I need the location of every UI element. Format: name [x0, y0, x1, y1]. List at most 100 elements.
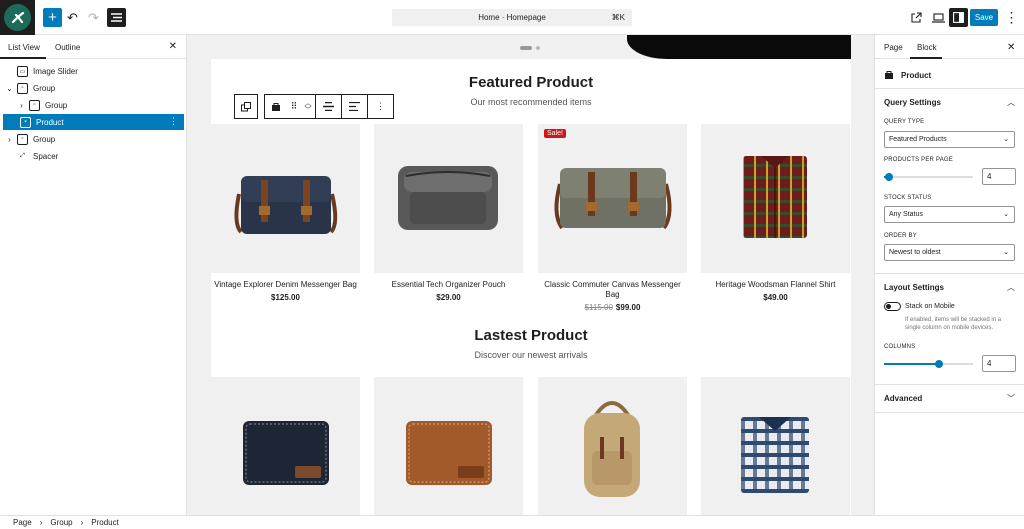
sale-badge: Sale!	[544, 129, 566, 138]
product-card[interactable]: Essential Tech Organizer Pouch $29.00	[374, 124, 523, 302]
save-button[interactable]: Save	[970, 9, 998, 26]
slider-dot[interactable]	[536, 46, 540, 50]
breadcrumb-group[interactable]: Group	[50, 518, 72, 527]
product-card[interactable]: Vintage Explorer Denim Messenger Bag $12…	[211, 124, 360, 302]
chevron-right-icon: ›	[39, 518, 43, 527]
site-logo-button[interactable]	[0, 0, 35, 35]
list-item-spacer[interactable]: ⤢ Spacer	[5, 148, 183, 164]
chevron-up-icon[interactable]: ︿	[1007, 282, 1015, 293]
stock-status-select[interactable]: Any Status ⌄	[884, 206, 1015, 223]
product-image[interactable]	[701, 124, 850, 273]
product-image[interactable]	[374, 377, 523, 515]
redo-button[interactable]: ↷	[84, 8, 103, 27]
product-image[interactable]	[538, 377, 687, 515]
chevron-down-icon[interactable]: ⌄	[5, 84, 14, 93]
list-view-panel: List View Outline ✕ ▭ Image Slider ⌄ ▫ G…	[0, 35, 187, 515]
products-per-page-slider[interactable]	[884, 173, 973, 181]
list-item-product-selected[interactable]: ▪ Product ⋮	[3, 114, 184, 130]
settings-sidebar-toggle[interactable]	[949, 8, 968, 27]
chevron-up-icon[interactable]: ︿	[1007, 97, 1015, 108]
tab-block[interactable]: Block	[917, 43, 937, 52]
add-block-button[interactable]: +	[43, 8, 62, 27]
group-icon: ▫	[29, 99, 40, 111]
tab-page[interactable]: Page	[884, 43, 903, 52]
product-image[interactable]	[701, 377, 850, 515]
command-palette-bar[interactable]: Home · Homepage ⌘K	[392, 9, 632, 26]
product-name[interactable]: Classic Commuter Canvas Messenger Bag	[538, 280, 687, 300]
item-options-icon[interactable]: ⋮	[169, 116, 178, 127]
list-item-image-slider[interactable]: ▭ Image Slider	[5, 63, 183, 79]
product-card[interactable]: Heritage Woodsman Flannel Shirt $49.00	[701, 124, 850, 302]
list-item-group-nested[interactable]: › ▫ Group	[17, 97, 183, 113]
desktop-icon	[932, 12, 945, 23]
view-site-button[interactable]	[907, 8, 926, 27]
list-item-label: Product	[36, 117, 64, 127]
product-image[interactable]	[374, 124, 523, 273]
image-slider-block[interactable]	[211, 35, 851, 59]
product-image[interactable]: Sale!	[538, 124, 687, 273]
product-image[interactable]	[211, 124, 360, 273]
product-name[interactable]: Essential Tech Organizer Pouch	[374, 280, 523, 290]
justify-icon[interactable]	[341, 95, 367, 118]
columns-slider[interactable]	[884, 360, 973, 368]
query-type-select[interactable]: Featured Products ⌄	[884, 131, 1015, 148]
order-by-select[interactable]: Newest to oldest ⌄	[884, 244, 1015, 261]
chevron-right-icon[interactable]: ›	[5, 135, 14, 144]
active-tab-indicator	[0, 57, 46, 59]
query-settings-heading[interactable]: Query Settings	[884, 98, 941, 107]
tab-outline[interactable]: Outline	[55, 43, 80, 52]
command-bar-title: Home · Homepage	[478, 13, 546, 22]
products-per-page-input[interactable]: 4	[982, 168, 1016, 185]
document-overview-button[interactable]	[107, 8, 126, 27]
chevron-right-icon[interactable]: ›	[17, 101, 26, 110]
list-icon	[111, 13, 122, 22]
close-icon[interactable]: ✕	[169, 41, 177, 52]
more-options-icon[interactable]: ⋮	[1002, 8, 1021, 27]
parent-block-button[interactable]	[235, 95, 257, 118]
block-card: Product	[884, 70, 931, 80]
product-name[interactable]: Heritage Woodsman Flannel Shirt	[701, 280, 850, 290]
slider-dots	[520, 46, 540, 50]
product-card[interactable]	[374, 377, 523, 515]
product-card[interactable]	[538, 377, 687, 515]
close-icon[interactable]: ✕	[1007, 42, 1015, 53]
list-item-group[interactable]: ⌄ ▫ Group	[5, 80, 183, 96]
product-name[interactable]: Vintage Explorer Denim Messenger Bag	[211, 280, 360, 290]
product-block-icon[interactable]	[265, 95, 287, 118]
chevron-down-icon[interactable]: ﹀	[1007, 393, 1015, 404]
layout-settings-heading[interactable]: Layout Settings	[884, 283, 944, 292]
move-up-down-icon[interactable]: ︿ ﹀	[301, 95, 315, 118]
page-content: Featured Product Our most recommended it…	[211, 35, 851, 515]
list-item-label: Spacer	[33, 151, 59, 161]
latest-subtitle: Discover our newest arrivals	[474, 350, 588, 360]
product-price: $29.00	[436, 293, 461, 302]
product-image[interactable]	[211, 377, 360, 515]
product-card[interactable]: Sale! Classic Commuter Canvas Messenger …	[538, 124, 687, 312]
stack-help-text: If enabled, items will be stacked in a s…	[905, 317, 1002, 331]
settings-sidebar: Page Block ✕ Product Query Settings ︿ QU…	[874, 35, 1024, 515]
slider-thumb[interactable]	[885, 173, 893, 181]
product-card[interactable]	[211, 377, 360, 515]
old-price: $115.00	[584, 303, 613, 312]
breadcrumb-page[interactable]: Page	[13, 518, 32, 527]
columns-input[interactable]: 4	[982, 355, 1016, 372]
list-item-group-2[interactable]: › ▫ Group	[5, 131, 183, 147]
advanced-heading[interactable]: Advanced	[884, 394, 922, 403]
latest-title: Lastest Product	[474, 327, 588, 344]
tab-list-view[interactable]: List View	[8, 43, 40, 52]
product-card[interactable]	[701, 377, 850, 515]
breadcrumb-product[interactable]: Product	[91, 518, 119, 527]
list-view-tabs: List View Outline ✕	[0, 35, 186, 59]
list-item-label: Group	[33, 83, 56, 93]
block-options-icon[interactable]: ⋮	[367, 95, 393, 118]
group-icon: ▫	[17, 133, 28, 145]
device-preview-button[interactable]	[929, 8, 948, 27]
slider-thumb[interactable]	[935, 360, 943, 368]
slider-dot-active[interactable]	[520, 46, 532, 50]
sidebar-icon	[953, 12, 964, 23]
undo-button[interactable]: ↶	[63, 8, 82, 27]
align-icon[interactable]	[315, 95, 341, 118]
stack-on-mobile-toggle[interactable]	[884, 302, 901, 311]
drag-handle-icon[interactable]: ⠿	[287, 95, 301, 118]
product-price: $115.00 $99.00	[538, 303, 687, 312]
